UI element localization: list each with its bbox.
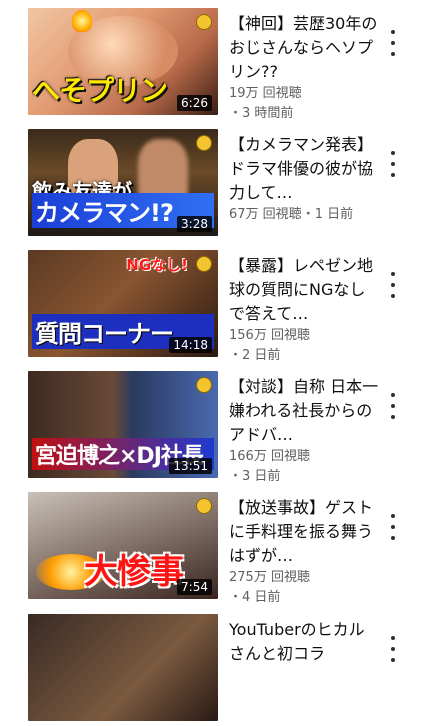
video-views: 156万 回視聴 <box>229 328 310 343</box>
video-item[interactable]: NGなし! 質問コーナー 14:18 【暴露】レペゼン地球の質問にNGなしで答え… <box>0 250 446 363</box>
video-item[interactable]: 大惨事 7:54 【放送事故】ゲストに手料理を振る舞うはずが… 275万 回視聴… <box>0 492 446 605</box>
video-item[interactable]: 宮迫博之×DJ社長 13:51 【対談】自称 日本一嫌われる社長からのアドバ… … <box>0 371 446 484</box>
video-meta: 【神回】芸歴30年のおじさんならヘソプリン?? 19万 回視聴 ・3 時間前 <box>229 12 379 124</box>
video-age: ・1 日前 <box>301 207 354 222</box>
channel-coin-icon <box>196 256 212 272</box>
more-options-icon[interactable] <box>386 272 400 298</box>
video-item[interactable]: へそプリン 6:26 【神回】芸歴30年のおじさんならヘソプリン?? 19万 回… <box>0 8 446 121</box>
video-meta: 【対談】自称 日本一嫌われる社長からのアドバ… 166万 回視聴 ・3 日前 <box>229 375 379 487</box>
video-thumbnail[interactable]: へそプリン 6:26 <box>28 8 218 115</box>
more-options-icon[interactable] <box>386 393 400 419</box>
more-options-icon[interactable] <box>386 30 400 56</box>
thumbnail-person-blurred <box>138 139 188 199</box>
video-age: ・4 日前 <box>229 590 281 605</box>
video-duration: 6:26 <box>177 95 212 111</box>
channel-coin-icon <box>196 498 212 514</box>
video-title[interactable]: 【放送事故】ゲストに手料理を振る舞うはずが… <box>229 496 379 568</box>
video-meta: 【暴露】レペゼン地球の質問にNGなしで答えて… 156万 回視聴 ・2 日前 <box>229 254 379 366</box>
video-duration: 7:54 <box>177 579 212 595</box>
channel-coin-icon <box>196 135 212 151</box>
video-thumbnail[interactable]: 大惨事 7:54 <box>28 492 218 599</box>
video-age: ・3 時間前 <box>229 106 294 121</box>
video-views: 19万 回視聴 <box>229 86 302 101</box>
thumbnail-image <box>28 614 218 721</box>
channel-coin-icon <box>196 14 212 30</box>
video-item[interactable]: 飲み友達が カメラマン!? 3:28 【カメラマン発表】ドラマ俳優の彼が協力して… <box>0 129 446 241</box>
video-views: 67万 回視聴 <box>229 207 302 222</box>
video-duration: 3:28 <box>177 216 212 232</box>
thumbnail-fire <box>72 10 92 32</box>
channel-coin-icon <box>196 377 212 393</box>
video-thumbnail[interactable]: 飲み友達が カメラマン!? 3:28 <box>28 129 218 236</box>
video-duration: 13:51 <box>169 458 212 474</box>
video-age: ・3 日前 <box>229 469 281 484</box>
video-thumbnail[interactable]: 宮迫博之×DJ社長 13:51 <box>28 371 218 478</box>
video-meta: YouTuberのヒカルさんと初コラ <box>229 618 379 666</box>
video-views: 275万 回視聴 <box>229 570 310 585</box>
video-views: 166万 回視聴 <box>229 449 310 464</box>
thumbnail-tag: NGなし! <box>126 256 188 274</box>
video-thumbnail[interactable] <box>28 614 218 721</box>
more-options-icon[interactable] <box>386 514 400 540</box>
video-duration: 14:18 <box>169 337 212 353</box>
video-stats: 67万 回視聴・1 日前 <box>229 205 379 225</box>
video-title[interactable]: 【神回】芸歴30年のおじさんならヘソプリン?? <box>229 12 379 84</box>
video-title[interactable]: 【カメラマン発表】ドラマ俳優の彼が協力して… <box>229 133 379 205</box>
video-meta: 【放送事故】ゲストに手料理を振る舞うはずが… 275万 回視聴 ・4 日前 <box>229 496 379 608</box>
video-age: ・2 日前 <box>229 348 281 363</box>
video-item[interactable]: YouTuberのヒカルさんと初コラ <box>0 614 446 726</box>
more-options-icon[interactable] <box>386 151 400 177</box>
video-title[interactable]: 【暴露】レペゼン地球の質問にNGなしで答えて… <box>229 254 379 326</box>
video-title[interactable]: 【対談】自称 日本一嫌われる社長からのアドバ… <box>229 375 379 447</box>
video-meta: 【カメラマン発表】ドラマ俳優の彼が協力して… 67万 回視聴・1 日前 <box>229 133 379 225</box>
video-thumbnail[interactable]: NGなし! 質問コーナー 14:18 <box>28 250 218 357</box>
video-title[interactable]: YouTuberのヒカルさんと初コラ <box>229 618 379 666</box>
